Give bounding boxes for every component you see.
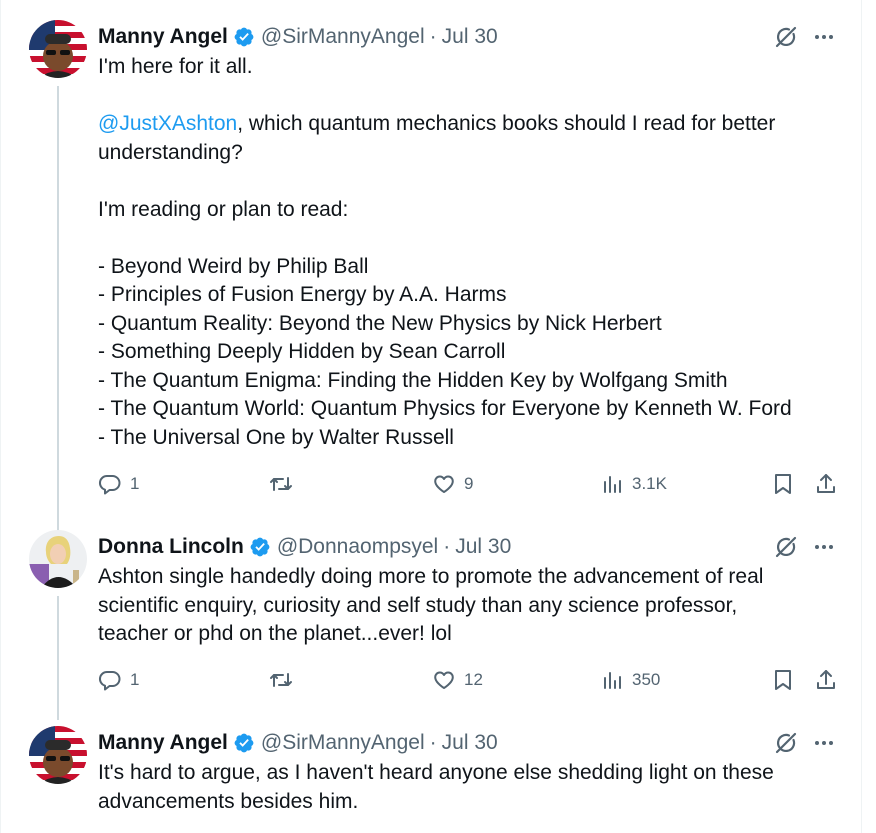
tweet-text: I'm here for it all. @JustXAshton, which…	[98, 53, 835, 452]
tweet-line	[98, 82, 835, 111]
separator-dot: ·	[443, 535, 451, 558]
like-icon	[434, 671, 454, 689]
tweet-line: - Quantum Reality: Beyond the New Physic…	[98, 311, 662, 335]
author-name[interactable]: Manny Angel	[98, 25, 228, 49]
more-icon[interactable]	[813, 536, 835, 558]
verified-badge-icon	[233, 26, 255, 48]
avatar[interactable]	[29, 726, 87, 784]
tweet-text: It's hard to argue, as I haven't heard a…	[98, 759, 835, 816]
tweet-line	[98, 167, 835, 196]
tweet-header: Donna Lincoln @Donnaompsyel · Jul 30	[98, 532, 835, 562]
author-handle[interactable]: @SirMannyAngel	[261, 731, 425, 755]
grok-icon[interactable]	[773, 534, 799, 560]
more-icon[interactable]	[813, 732, 835, 754]
tweet-line: scientific enquiry, curiosity and self s…	[98, 593, 738, 617]
views-icon	[604, 476, 621, 493]
views-button[interactable]: 350	[602, 668, 660, 692]
reply-button[interactable]: 1	[98, 668, 139, 692]
avatar[interactable]	[29, 530, 87, 588]
tweet[interactable]: Donna Lincoln @Donnaompsyel · Jul 30 Ash…	[0, 520, 861, 716]
tweet-line: I'm here for it all.	[98, 55, 253, 78]
tweet-line: - Principles of Fusion Energy by A.A. Ha…	[98, 283, 507, 306]
tweet-line: - The Quantum World: Quantum Physics for…	[98, 397, 792, 420]
tweet-date[interactable]: Jul 30	[442, 25, 498, 49]
author-handle[interactable]: @SirMannyAngel	[261, 25, 425, 49]
bookmark-icon	[775, 474, 791, 494]
tweet-line: It's hard to argue, as I haven't heard a…	[98, 761, 774, 784]
tweet-actions: 1 12 350	[98, 668, 838, 698]
share-button[interactable]	[814, 668, 838, 697]
repost-button[interactable]	[268, 668, 302, 692]
tweet-line: teacher or phd on the planet...ever! lol	[98, 622, 452, 645]
repost-icon	[270, 477, 292, 491]
tweet-line: - Something Deeply Hidden by Sean Carrol…	[98, 340, 506, 363]
timeline-right-border	[861, 0, 862, 833]
tweet-actions: 1 9 3.1K	[98, 472, 838, 502]
separator-dot: ·	[429, 25, 437, 48]
bookmark-icon	[775, 670, 791, 690]
reply-button[interactable]: 1	[98, 472, 139, 496]
avatar[interactable]	[29, 20, 87, 78]
author-name[interactable]: Donna Lincoln	[98, 535, 244, 559]
grok-icon[interactable]	[773, 24, 799, 50]
like-button[interactable]: 9	[432, 472, 473, 496]
tweet-header: Manny Angel @SirMannyAngel · Jul 30	[98, 22, 835, 52]
author-name[interactable]: Manny Angel	[98, 731, 228, 755]
reply-icon	[99, 475, 121, 495]
grok-icon[interactable]	[773, 730, 799, 756]
bookmark-button[interactable]	[772, 668, 794, 697]
tweet-line: Ashton single handedly doing more to pro…	[98, 565, 764, 588]
tweet-line: advancements besides him.	[98, 789, 359, 813]
share-icon	[817, 474, 835, 493]
views-button[interactable]: 3.1K	[602, 472, 667, 496]
like-button[interactable]: 12	[432, 668, 483, 692]
tweet-line	[98, 224, 835, 253]
author-handle[interactable]: @Donnaompsyel	[277, 535, 438, 559]
tweet-line: @JustXAshton, which quantum mechanics bo…	[98, 112, 776, 135]
repost-icon	[270, 673, 292, 687]
tweet-header: Manny Angel @SirMannyAngel · Jul 30	[98, 728, 835, 758]
tweet-line: - The Universal One by Walter Russell	[98, 425, 454, 449]
share-button[interactable]	[814, 472, 838, 501]
tweet-line: understanding?	[98, 140, 243, 164]
views-count: 3.1K	[632, 474, 667, 493]
bookmark-button[interactable]	[772, 472, 794, 501]
verified-badge-icon	[233, 732, 255, 754]
views-icon	[604, 672, 621, 689]
tweet-text: Ashton single handedly doing more to pro…	[98, 563, 835, 649]
mention-link[interactable]: @JustXAshton	[98, 112, 237, 135]
tweet-line: I'm reading or plan to read:	[98, 197, 349, 221]
reply-count: 1	[130, 670, 140, 689]
like-icon	[434, 475, 454, 493]
reply-count: 1	[130, 474, 140, 493]
tweet[interactable]: Manny Angel @SirMannyAngel · Jul 30 I'm …	[0, 0, 861, 520]
verified-badge-icon	[249, 536, 271, 558]
like-count: 9	[464, 474, 474, 493]
tweet[interactable]: Manny Angel @SirMannyAngel · Jul 30 It's…	[0, 716, 861, 833]
separator-dot: ·	[429, 731, 437, 754]
like-count: 12	[464, 670, 483, 689]
reply-icon	[99, 671, 121, 691]
tweet-line: - The Quantum Enigma: Finding the Hidden…	[98, 368, 728, 392]
more-icon[interactable]	[813, 26, 835, 48]
tweet-date[interactable]: Jul 30	[455, 535, 511, 559]
views-count: 350	[632, 670, 661, 689]
tweet-date[interactable]: Jul 30	[442, 731, 498, 755]
share-icon	[817, 670, 835, 689]
tweet-line: - Beyond Weird by Philip Ball	[98, 254, 369, 278]
repost-button[interactable]	[268, 472, 302, 496]
